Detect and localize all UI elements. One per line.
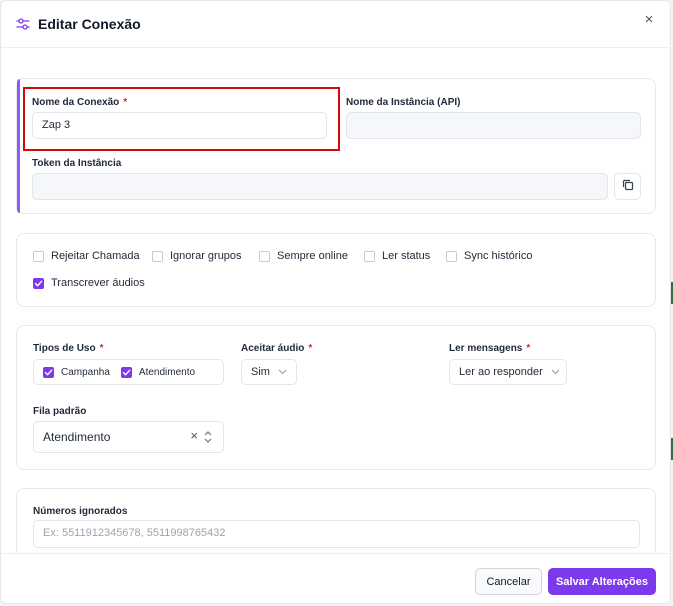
instance-token-input[interactable] bbox=[32, 173, 608, 200]
checkbox[interactable] bbox=[446, 250, 457, 262]
instance-token-label: Token da Instância bbox=[32, 158, 122, 169]
connection-info-card: Nome da Conexão * Zap 3 Nome da Instância… bbox=[16, 78, 656, 214]
dialog-body: Nome da Conexão * Zap 3 Nome da Instância… bbox=[1, 49, 670, 553]
checkbox-checked[interactable] bbox=[120, 366, 132, 378]
usage-types-group: Campanha Atendimento bbox=[33, 359, 224, 385]
card-accent bbox=[17, 79, 20, 213]
option-read-status[interactable]: Ler status bbox=[364, 250, 430, 262]
accept-audio-label: Aceitar áudio * bbox=[241, 343, 313, 354]
check-icon bbox=[44, 369, 53, 375]
instance-name-label: Nome da Instância (API) bbox=[346, 97, 461, 108]
check-icon bbox=[34, 280, 43, 286]
option-always-online[interactable]: Sempre online bbox=[259, 250, 348, 262]
usage-type-service[interactable]: Atendimento bbox=[120, 366, 195, 378]
instance-name-input[interactable] bbox=[346, 112, 641, 139]
ignored-numbers-input[interactable]: Ex: 5511912345678, 5511998765432 bbox=[33, 520, 640, 548]
cancel-button[interactable]: Cancelar bbox=[475, 568, 542, 595]
connection-name-input[interactable]: Zap 3 bbox=[32, 112, 327, 139]
option-ignore-groups[interactable]: Ignorar grupos bbox=[152, 250, 242, 262]
read-messages-select[interactable]: Ler ao responder bbox=[449, 359, 567, 385]
checkbox[interactable] bbox=[152, 250, 163, 262]
ignored-numbers-card: Números ignorados Ex: 5511912345678, 551… bbox=[16, 488, 656, 553]
checkbox-checked[interactable] bbox=[33, 277, 44, 289]
option-transcribe-audio[interactable]: Transcrever áudios bbox=[33, 277, 145, 289]
checkbox[interactable] bbox=[259, 250, 270, 262]
edit-connection-dialog: Editar Conexão × Nome da Conexão * Zap 3 … bbox=[0, 0, 671, 604]
default-queue-label: Fila padrão bbox=[33, 406, 87, 417]
save-changes-button[interactable]: Salvar Alterações bbox=[548, 568, 656, 595]
ignored-numbers-label: Números ignorados bbox=[33, 506, 128, 517]
options-card: Rejeitar Chamada Ignorar grupos Sempre o… bbox=[16, 233, 656, 307]
accept-audio-select[interactable]: Sim bbox=[241, 359, 297, 385]
read-messages-label: Ler mensagens * bbox=[449, 343, 531, 354]
connection-settings-icon bbox=[16, 17, 30, 31]
connection-name-label: Nome da Conexão * bbox=[32, 97, 128, 108]
copy-icon bbox=[622, 178, 634, 196]
checkbox-checked[interactable] bbox=[43, 366, 54, 378]
clear-icon[interactable]: × bbox=[190, 428, 198, 443]
default-queue-select[interactable]: Atendimento × bbox=[33, 421, 224, 453]
usage-type-campaign[interactable]: Campanha bbox=[43, 366, 110, 378]
close-icon[interactable]: × bbox=[640, 11, 658, 29]
checkbox[interactable] bbox=[33, 250, 44, 262]
option-sync-history[interactable]: Sync histórico bbox=[446, 250, 532, 262]
checkbox[interactable] bbox=[364, 250, 375, 262]
usage-card: Tipos de Uso * Campanha Atendimento Acei… bbox=[16, 325, 656, 470]
check-icon bbox=[122, 369, 131, 375]
usage-types-label: Tipos de Uso * bbox=[33, 343, 104, 354]
chevron-updown-icon bbox=[204, 431, 212, 446]
chevron-down-icon bbox=[278, 367, 287, 377]
dialog-footer: Cancelar Salvar Alterações bbox=[1, 553, 670, 603]
dialog-header: Editar Conexão bbox=[1, 1, 670, 48]
option-reject-calls[interactable]: Rejeitar Chamada bbox=[33, 250, 140, 262]
dialog-title: Editar Conexão bbox=[38, 16, 141, 32]
copy-token-button[interactable] bbox=[614, 173, 641, 200]
chevron-down-icon bbox=[551, 367, 560, 377]
